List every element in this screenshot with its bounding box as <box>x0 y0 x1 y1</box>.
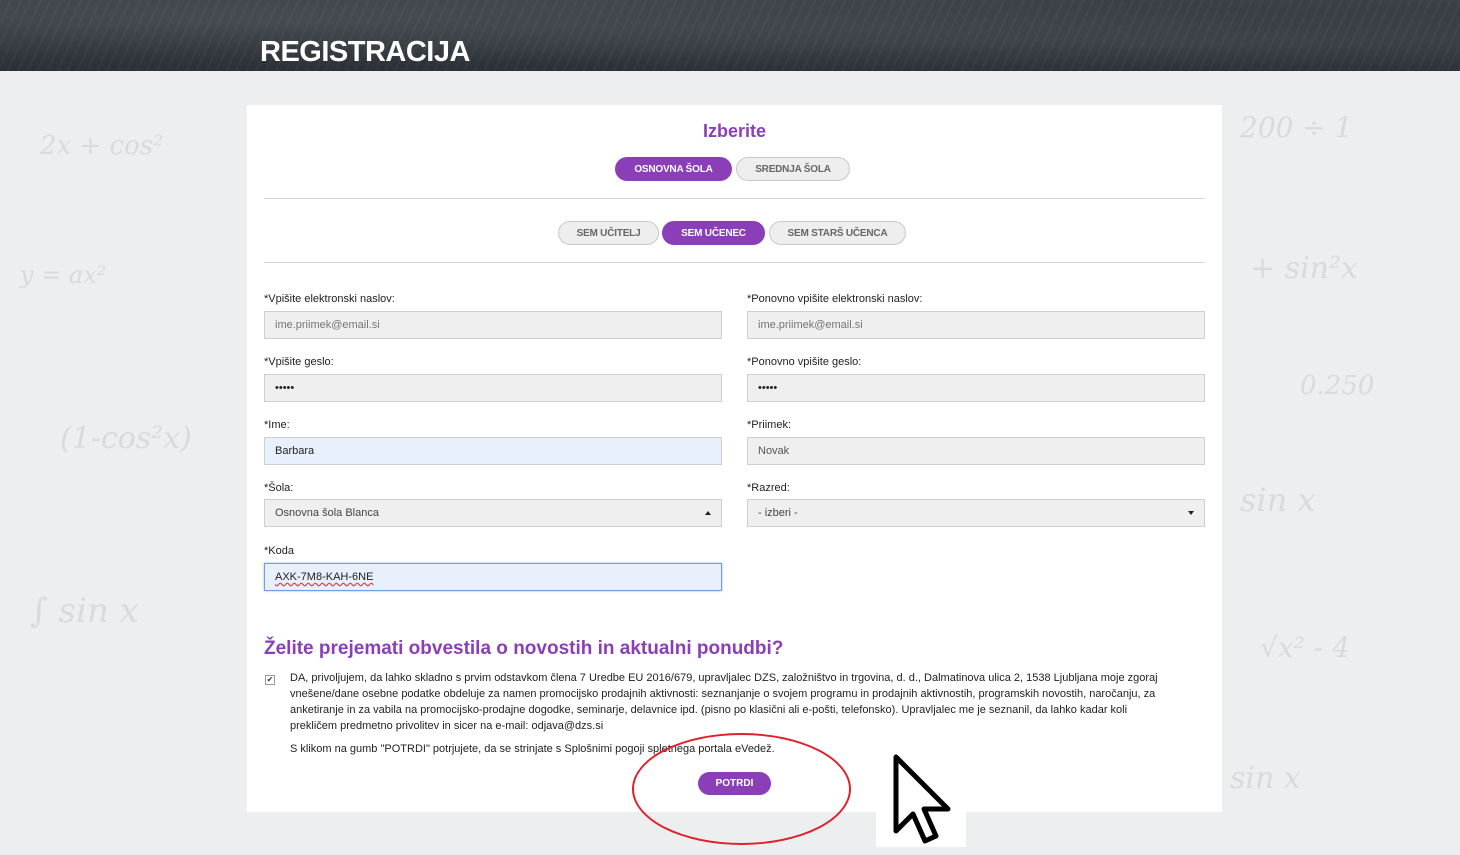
divider <box>264 198 1205 199</box>
grade-select[interactable]: - izberi - <box>747 499 1205 527</box>
tab-teacher[interactable]: SEM UČITELJ <box>558 221 659 245</box>
terms-text: S klikom na gumb "POTRDI" potrjujete, da… <box>290 743 775 755</box>
email-input[interactable] <box>264 311 722 339</box>
consent-text: DA, privoljujem, da lahko skladno s prvi… <box>290 672 1158 732</box>
tab-parent[interactable]: SEM STARŠ UČENCA <box>769 221 906 245</box>
password-input[interactable] <box>264 374 722 402</box>
email-repeat-label: *Ponovno vpišite elektronski naslov: <box>747 293 923 305</box>
code-input[interactable]: AXK-7M8-KAH-6NE <box>264 563 722 591</box>
code-label: *Koda <box>264 545 294 557</box>
code-input-value: AXK-7M8-KAH-6NE <box>275 571 374 583</box>
tab-primary-school[interactable]: OSNOVNA ŠOLA <box>615 157 732 181</box>
divider <box>264 262 1205 263</box>
page-header: REGISTRACIJA <box>0 0 1460 71</box>
grade-select-value: - izberi - <box>758 507 798 519</box>
last-name-label: *Priimek: <box>747 419 792 431</box>
last-name-input[interactable] <box>747 437 1205 465</box>
password-label: *Vpišite geslo: <box>264 356 334 368</box>
school-select[interactable]: Osnovna šola Blanca <box>264 499 722 527</box>
chevron-down-icon <box>1188 511 1194 515</box>
tab-secondary-school[interactable]: SREDNJA ŠOLA <box>736 157 850 181</box>
first-name-input[interactable] <box>264 437 722 465</box>
page-title: REGISTRACIJA <box>260 36 470 68</box>
registration-card: Izberite OSNOVNA ŠOLA SREDNJA ŠOLA SEM U… <box>247 105 1222 812</box>
submit-button[interactable]: POTRDI <box>698 772 771 795</box>
newsletter-title: Želite prejemati obvestila o novostih in… <box>264 638 784 659</box>
password-repeat-input[interactable] <box>747 374 1205 402</box>
mouse-pointer-icon <box>893 754 951 844</box>
school-select-value: Osnovna šola Blanca <box>275 507 379 519</box>
consent-checkbox[interactable]: ✔ <box>265 675 275 685</box>
cursor-backdrop <box>876 745 966 847</box>
chevron-up-icon <box>705 511 711 515</box>
tab-student[interactable]: SEM UČENEC <box>662 221 765 245</box>
choose-heading: Izberite <box>702 121 767 141</box>
grade-label: *Razred: <box>747 482 790 494</box>
password-repeat-label: *Ponovno vpišite geslo: <box>747 356 862 368</box>
school-label: *Šola: <box>264 482 294 494</box>
email-label: *Vpišite elektronski naslov: <box>264 293 395 305</box>
first-name-label: *Ime: <box>264 419 290 431</box>
email-repeat-input[interactable] <box>747 311 1205 339</box>
